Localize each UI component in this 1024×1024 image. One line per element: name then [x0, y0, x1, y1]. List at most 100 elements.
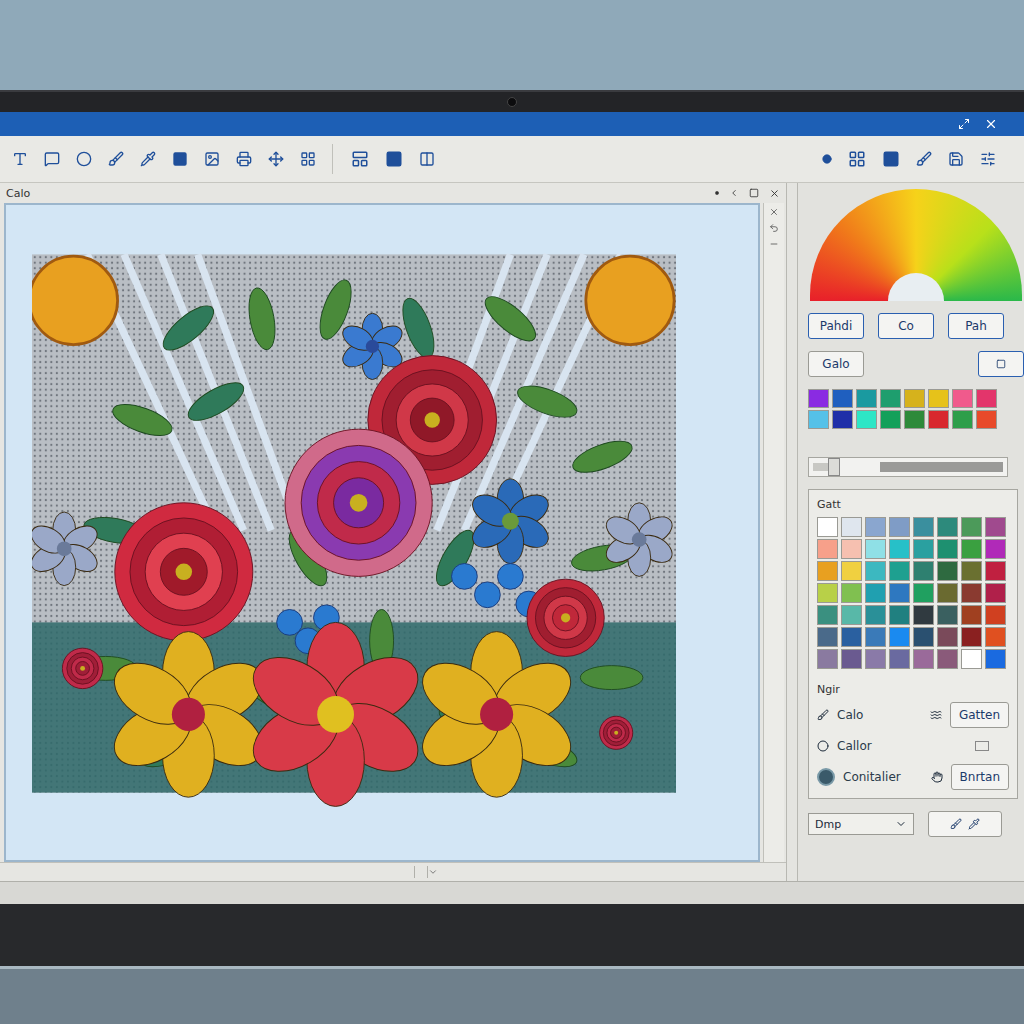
swatch[interactable]	[985, 561, 1006, 581]
tool-button[interactable]: Pahdi	[808, 313, 864, 339]
swatch[interactable]	[937, 517, 958, 537]
swatch[interactable]	[841, 539, 862, 559]
swatch[interactable]	[913, 517, 934, 537]
swatch[interactable]	[817, 583, 838, 603]
swatch[interactable]	[808, 410, 829, 429]
radio-icon[interactable]	[817, 768, 835, 786]
swatch[interactable]	[913, 627, 934, 647]
swatch[interactable]	[817, 649, 838, 669]
swatch[interactable]	[865, 583, 886, 603]
swatch[interactable]	[961, 605, 982, 625]
name-button[interactable]: Galo	[808, 351, 864, 377]
swatch[interactable]	[880, 389, 901, 408]
swatch[interactable]	[937, 605, 958, 625]
text-tool-icon[interactable]	[12, 151, 28, 167]
swatch[interactable]	[889, 627, 910, 647]
swatch[interactable]	[841, 605, 862, 625]
layout-icon[interactable]	[351, 150, 369, 168]
dot-icon[interactable]	[822, 154, 832, 164]
swatch[interactable]	[985, 583, 1006, 603]
swatch[interactable]	[961, 627, 982, 647]
paint-icon[interactable]	[916, 151, 932, 167]
swatch[interactable]	[865, 605, 886, 625]
swatch[interactable]	[961, 649, 982, 669]
save-icon[interactable]	[948, 151, 964, 167]
columns-icon[interactable]	[419, 151, 435, 167]
back-icon[interactable]	[729, 188, 739, 198]
layers-icon[interactable]	[848, 150, 866, 168]
option-button[interactable]: Gatten	[950, 702, 1009, 728]
swatch[interactable]	[904, 389, 925, 408]
swatch[interactable]	[961, 583, 982, 603]
swatch[interactable]	[889, 561, 910, 581]
print-icon[interactable]	[236, 151, 252, 167]
swatch[interactable]	[841, 627, 862, 647]
swatch[interactable]	[985, 627, 1006, 647]
swatch[interactable]	[841, 561, 862, 581]
frame-icon[interactable]	[385, 150, 403, 168]
swatch[interactable]	[817, 539, 838, 559]
close-icon[interactable]	[769, 188, 780, 199]
swatch[interactable]	[961, 539, 982, 559]
swatch[interactable]	[928, 389, 949, 408]
swatch[interactable]	[913, 539, 934, 559]
option-button[interactable]: Bnrtan	[951, 764, 1009, 790]
grid-icon[interactable]	[300, 151, 316, 167]
dot-icon[interactable]	[715, 191, 719, 195]
undo-icon[interactable]	[769, 223, 779, 233]
canvas[interactable]	[4, 203, 760, 862]
swatch[interactable]	[841, 583, 862, 603]
swatch[interactable]	[937, 539, 958, 559]
swatch[interactable]	[985, 649, 1006, 669]
tool-button[interactable]: Co	[878, 313, 934, 339]
swatch[interactable]	[817, 605, 838, 625]
swatch[interactable]	[841, 517, 862, 537]
swatch[interactable]	[889, 517, 910, 537]
chevron-icon[interactable]	[428, 867, 438, 877]
swatch[interactable]	[865, 539, 886, 559]
panel-icon[interactable]	[882, 150, 900, 168]
swatch[interactable]	[817, 561, 838, 581]
swatch[interactable]	[865, 649, 886, 669]
swatch[interactable]	[937, 627, 958, 647]
image-tool-icon[interactable]	[204, 151, 220, 167]
maximize-icon[interactable]	[958, 118, 970, 130]
swatch[interactable]	[937, 649, 958, 669]
swatch[interactable]	[928, 410, 949, 429]
comment-tool-icon[interactable]	[44, 151, 60, 167]
swatch[interactable]	[889, 649, 910, 669]
brush-tool-icon[interactable]	[108, 151, 124, 167]
swatch[interactable]	[961, 561, 982, 581]
slider-thumb[interactable]	[828, 458, 840, 476]
swatch[interactable]	[808, 389, 829, 408]
move-tool-icon[interactable]	[268, 151, 284, 167]
vertical-scrollbar[interactable]	[763, 203, 784, 862]
swatch[interactable]	[913, 649, 934, 669]
swatch[interactable]	[856, 389, 877, 408]
swatch[interactable]	[985, 539, 1006, 559]
fill-tool-icon[interactable]	[172, 151, 188, 167]
swatch[interactable]	[913, 583, 934, 603]
swatch[interactable]	[985, 517, 1006, 537]
close-icon[interactable]	[984, 117, 998, 131]
swatch[interactable]	[985, 605, 1006, 625]
swatch[interactable]	[913, 561, 934, 581]
swatch[interactable]	[841, 649, 862, 669]
copy-button[interactable]	[978, 351, 1024, 377]
picker-tool-icon[interactable]	[140, 151, 156, 167]
swatch[interactable]	[889, 583, 910, 603]
swatch[interactable]	[952, 410, 973, 429]
tool-toggle-button[interactable]	[928, 811, 1002, 837]
swatch[interactable]	[976, 389, 997, 408]
minus-icon[interactable]	[769, 239, 779, 249]
color-wheel[interactable]	[810, 189, 1022, 301]
swatch[interactable]	[904, 410, 925, 429]
swatch[interactable]	[937, 583, 958, 603]
mode-dropdown[interactable]: Dmp	[808, 813, 914, 835]
swatch[interactable]	[976, 410, 997, 429]
swatch[interactable]	[865, 627, 886, 647]
swatch[interactable]	[865, 561, 886, 581]
opacity-slider[interactable]	[808, 457, 1008, 477]
restore-icon[interactable]	[749, 188, 759, 198]
close-icon[interactable]	[769, 207, 779, 217]
